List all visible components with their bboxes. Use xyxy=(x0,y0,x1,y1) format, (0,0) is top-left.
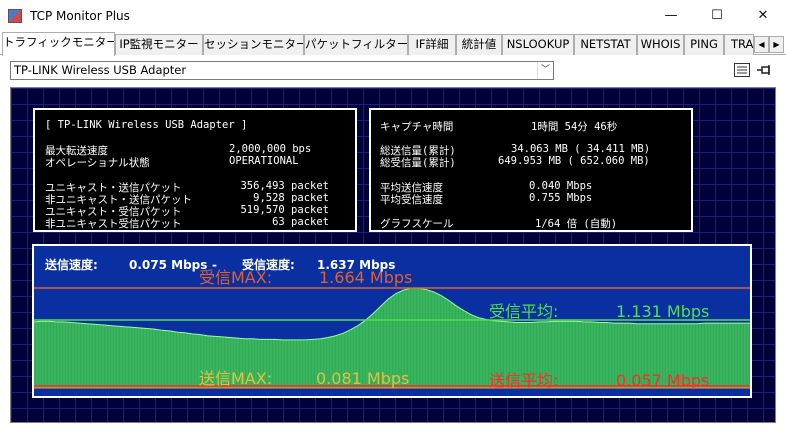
adapter-info-header: [ TP-LINK Wireless USB Adapter ] xyxy=(45,119,248,131)
minimize-button[interactable]: — xyxy=(648,0,694,31)
avg-recv-speed-value: 0.755 Mbps xyxy=(529,192,593,204)
recv-avg-value: 1.131 Mbps xyxy=(616,302,709,321)
close-button[interactable]: ✕ xyxy=(740,0,786,31)
send-max-value: 0.081 Mbps xyxy=(316,369,409,388)
maximize-button[interactable]: ☐ xyxy=(694,0,740,31)
adapter-select-value: TP-LINK Wireless USB Adapter xyxy=(14,63,187,77)
app-icon xyxy=(8,8,22,23)
pin-button[interactable] xyxy=(755,62,773,78)
send-max-label: 送信MAX: xyxy=(199,369,272,388)
avg-send-speed-value: 0.040 Mbps xyxy=(529,180,593,192)
send-speed-value: 0.075 Mbps xyxy=(129,258,207,272)
tab-traceroute[interactable]: TRA xyxy=(724,34,754,55)
tab-packet-filter[interactable]: パケットフィルター xyxy=(304,34,408,55)
total-recv-label: 総受信量(累計) xyxy=(380,157,456,169)
send-avg-value: 0.057 Mbps xyxy=(616,371,709,390)
traffic-graph-canvas: 送信速度: 0.075 Mbps - 受信速度: 1.637 Mbps 受信MA… xyxy=(34,257,750,390)
tab-ping[interactable]: PING xyxy=(684,34,724,55)
non-unicast-recv-label: 非ユニキャスト受信パケット xyxy=(45,218,182,230)
tab-traffic-monitor[interactable]: トラフィックモニター xyxy=(2,32,115,56)
recv-max-value: 1.664 Mbps xyxy=(319,268,412,287)
tab-nslookup[interactable]: NSLOOKUP xyxy=(502,34,574,55)
send-avg-label: 送信平均: xyxy=(489,371,558,390)
non-unicast-recv-value: 63 packet xyxy=(272,216,329,228)
recv-max-label: 受信MAX: xyxy=(199,268,272,287)
triangle-right-icon: ▶ xyxy=(773,40,780,49)
tab-statistics[interactable]: 統計値 xyxy=(456,34,502,55)
graph-scale-label: グラフスケール xyxy=(380,218,454,230)
operational-state-value: OPERATIONAL xyxy=(229,155,299,167)
unicast-recv-value: 519,570 packet xyxy=(240,204,329,216)
tab-session-monitor[interactable]: セッションモニター xyxy=(203,34,304,55)
tab-whois[interactable]: WHOIS xyxy=(637,34,684,55)
operational-state-label: オペレーショナル状態 xyxy=(45,157,150,169)
send-speed-label: 送信速度: xyxy=(44,257,98,272)
unicast-sent-value: 356,493 packet xyxy=(240,180,329,192)
capture-info-box: キャプチャ時間 1時間 54分 46秒 総送信量(累計) 34.063 MB (… xyxy=(369,108,693,232)
maximize-icon: ☐ xyxy=(711,8,723,23)
graph-scale-value: 1/64 倍 (自動) xyxy=(535,218,618,230)
list-view-button[interactable] xyxy=(733,62,751,78)
adapter-info-box: [ TP-LINK Wireless USB Adapter ] 最大転送速度 … xyxy=(33,108,357,232)
tab-scroll-left-button[interactable]: ◀ xyxy=(754,36,769,53)
total-sent-value: 34.063 MB ( 34.411 MB) xyxy=(511,143,651,155)
non-unicast-sent-value: 9,528 packet xyxy=(253,192,329,204)
tab-ip-monitor[interactable]: IP監視モニター xyxy=(115,34,203,55)
triangle-left-icon: ◀ xyxy=(758,40,765,49)
capture-time-value: 1時間 54分 46秒 xyxy=(531,121,618,133)
tab-if-detail[interactable]: IF詳細 xyxy=(408,34,456,55)
total-recv-value: 649.953 MB ( 652.060 MB) xyxy=(498,155,650,167)
recv-avg-label: 受信平均: xyxy=(489,302,558,321)
chevron-down-icon: ﹀ xyxy=(537,62,553,79)
max-speed-value: 2,000,000 bps xyxy=(229,143,312,155)
traffic-graph: 送信速度: 0.075 Mbps - 受信速度: 1.637 Mbps 受信MA… xyxy=(32,244,752,398)
tab-strip: トラフィックモニター IP監視モニター セッションモニター パケットフィルター … xyxy=(0,32,786,56)
title-bar: TCP Monitor Plus — ☐ ✕ xyxy=(0,0,786,31)
tab-netstat[interactable]: NETSTAT xyxy=(574,34,637,55)
window-title: TCP Monitor Plus xyxy=(30,8,130,23)
adapter-select[interactable]: TP-LINK Wireless USB Adapter ﹀ xyxy=(10,61,554,80)
close-icon: ✕ xyxy=(757,8,769,23)
tab-scroll-right-button[interactable]: ▶ xyxy=(769,36,784,53)
pin-icon xyxy=(757,65,770,75)
list-icon xyxy=(734,63,750,77)
minimize-icon: — xyxy=(664,8,678,23)
avg-recv-speed-label: 平均受信速度 xyxy=(380,194,443,206)
capture-time-label: キャプチャ時間 xyxy=(380,121,454,133)
